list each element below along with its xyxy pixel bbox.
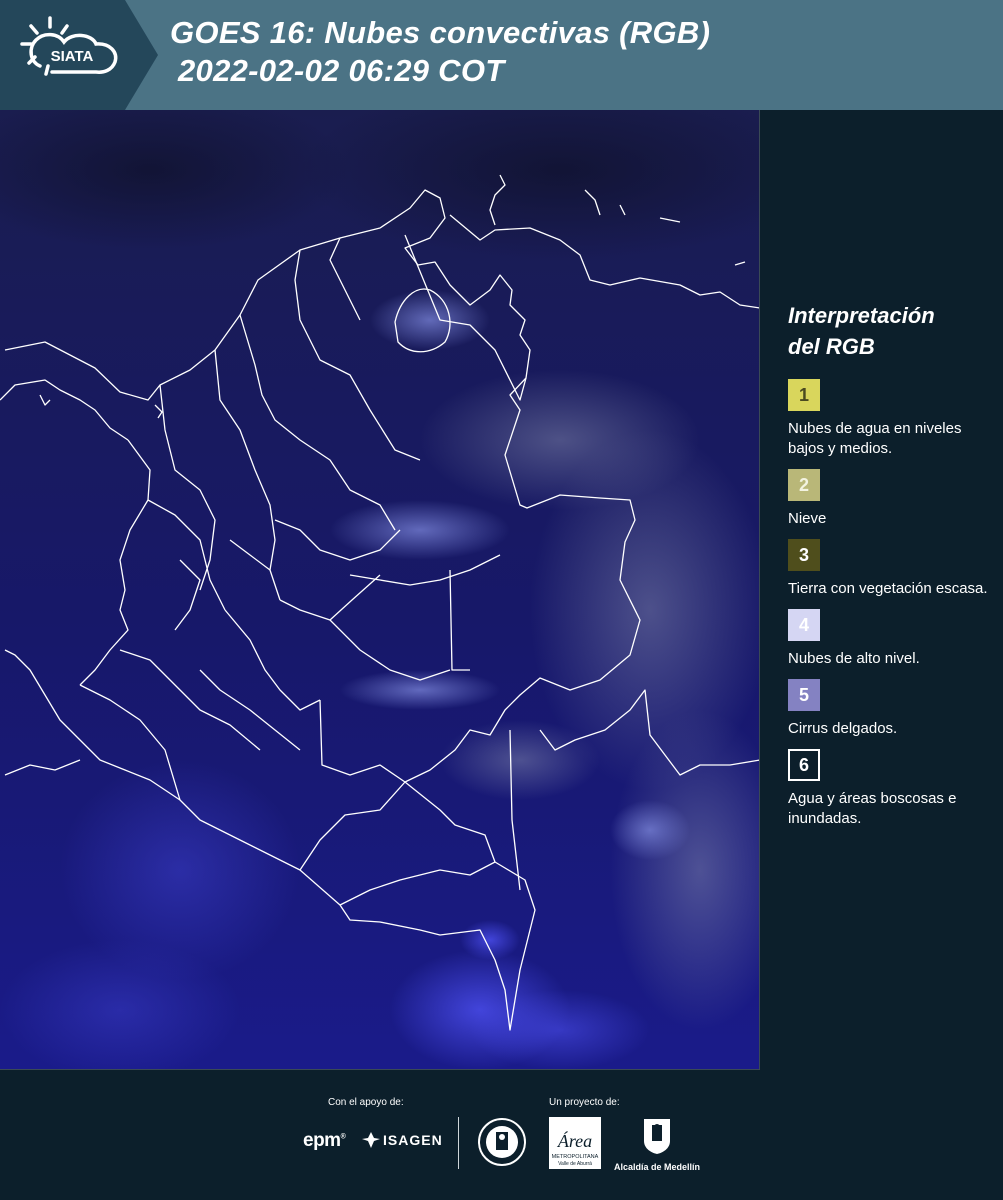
legend-item: 4 Nubes de alto nivel. [788,609,988,669]
area-icon: Área METROPOLITANA Valle de Aburrá [549,1117,601,1169]
svg-text:Área: Área [557,1130,592,1151]
satellite-map [0,110,760,1070]
siata-logo: SIATA [0,0,158,110]
legend-item: 2 Nieve [788,469,988,529]
legend-label: Tierra con vegetación escasa. [788,580,988,597]
legend-swatch: 2 [788,469,820,501]
rgb-legend: Interpretación del RGB 1 Nubes de agua en… [788,300,988,839]
legend-label: Nieve [788,510,827,527]
legend-title: Interpretación del RGB [788,303,935,359]
title-line2: 2022-02-02 06:29 COT [178,53,505,88]
legend-item: 6 Agua y áreas boscosas e inundadas. [788,749,988,829]
legend-item: 3 Tierra con vegetación escasa. [788,539,988,599]
legend-label: Agua y áreas boscosas e inundadas. [788,790,957,827]
legend-item: 1 Nubes de agua en niveles bajos y medios… [788,379,988,459]
isagen-icon [362,1132,380,1148]
legend-label: Nubes de alto nivel. [788,650,920,667]
alcaldia-logo: Alcaldía de Medellín [612,1117,702,1172]
project-label: Un proyecto de: [549,1097,620,1108]
header-bar: SIATA GOES 16: Nubes convectivas (RGB) 2… [0,0,1003,110]
legend-swatch: 1 [788,379,820,411]
legend-items: 1 Nubes de agua en niveles bajos y medios… [788,379,988,829]
legend-swatch: 3 [788,539,820,571]
epm-logo: epm® [303,1130,346,1151]
svg-text:Valle de Aburrá: Valle de Aburrá [558,1161,592,1167]
seal-logo [478,1118,526,1166]
isagen-logo: ISAGEN [362,1132,443,1148]
legend-label: Nubes de agua en niveles bajos y medios. [788,420,962,457]
legend-swatch: 5 [788,679,820,711]
support-label: Con el apoyo de: [328,1097,404,1108]
legend-swatch: 6 [788,749,820,781]
footer: Con el apoyo de: Un proyecto de: epm® IS… [0,1070,1003,1200]
page-title: GOES 16: Nubes convectivas (RGB) 2022-02… [170,14,710,90]
footer-divider [458,1117,459,1169]
alcaldia-shield-icon [644,1119,670,1154]
svg-text:SIATA: SIATA [51,48,94,65]
legend-swatch: 4 [788,609,820,641]
area-metropolitana-logo: Área METROPOLITANA Valle de Aburrá [549,1117,601,1169]
satellite-image [0,110,760,1070]
svg-text:METROPOLITANA: METROPOLITANA [552,1154,599,1160]
legend-item: 5 Cirrus delgados. [788,679,988,739]
title-line1: GOES 16: Nubes convectivas (RGB) [170,15,711,50]
legend-label: Cirrus delgados. [788,720,898,737]
